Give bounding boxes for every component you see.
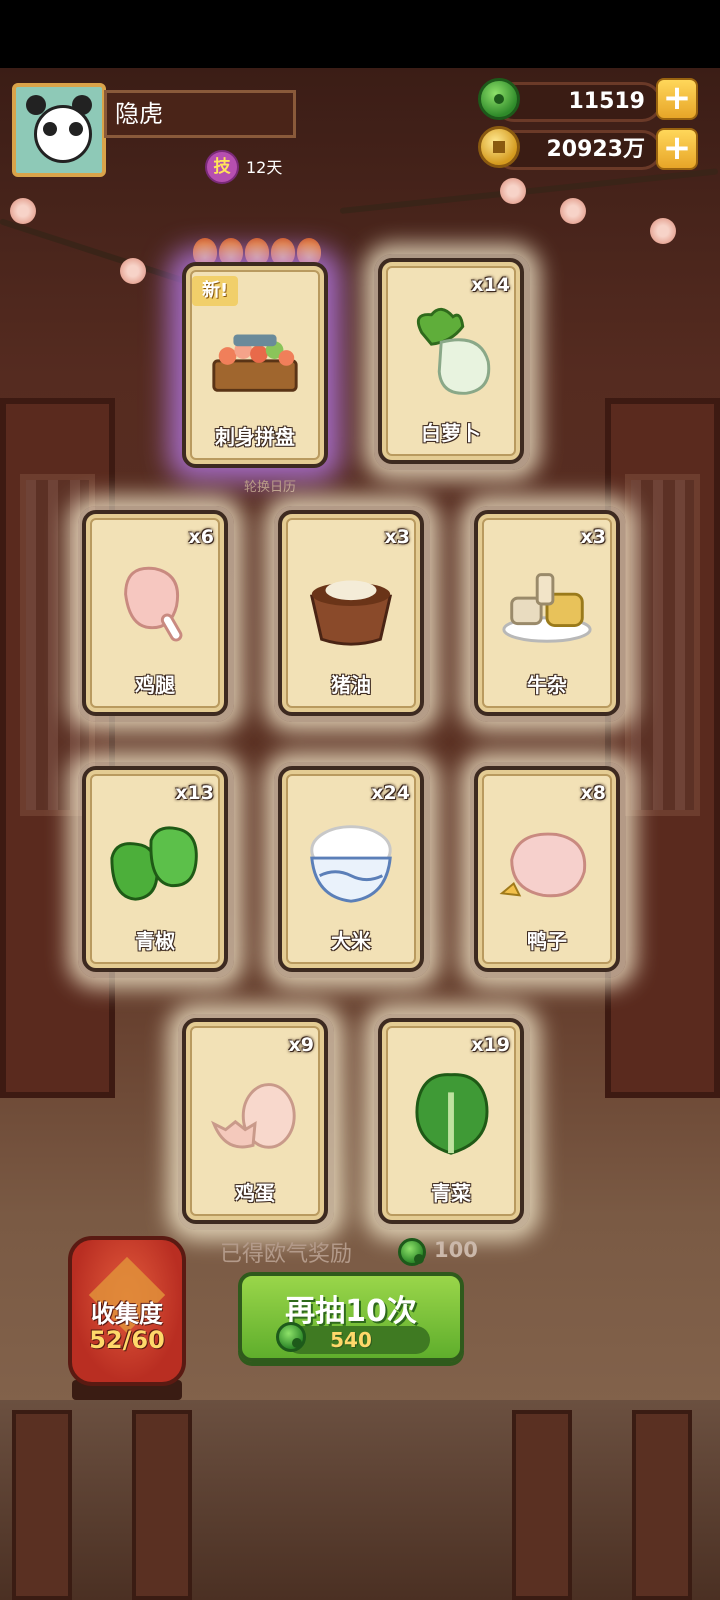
background-post xyxy=(132,1410,192,1600)
blossom-flower xyxy=(120,258,146,284)
blossom-branch xyxy=(0,218,192,286)
card-count: x3 xyxy=(580,526,606,548)
green-pepper-icon xyxy=(110,826,198,901)
days-counter: 12天 xyxy=(246,158,283,177)
card-count: x14 xyxy=(471,274,510,296)
blossom-branch xyxy=(339,168,719,214)
card-label: 猪油 xyxy=(331,673,371,697)
sashimi-platter-icon xyxy=(212,334,298,392)
skill-badge[interactable]: 技 xyxy=(205,150,239,184)
food-card-white-radish[interactable]: x14 白萝卜 xyxy=(378,258,524,464)
background-post xyxy=(632,1410,692,1600)
add-gold-button[interactable]: + xyxy=(656,128,698,170)
background-post xyxy=(12,1410,72,1600)
collection-progress: 52/60 xyxy=(89,1326,165,1354)
card-count: x8 xyxy=(580,782,606,804)
food-card-rice[interactable]: x24 大米 xyxy=(278,766,424,972)
jade-coin-icon xyxy=(398,1238,426,1266)
lard-icon xyxy=(309,580,393,646)
reward-label: 已得欧气奖励 xyxy=(220,1242,353,1267)
food-card-chicken-leg[interactable]: x6 鸡腿 xyxy=(82,510,228,716)
jade-amount: 11519 xyxy=(568,89,645,114)
reward-value: 100 xyxy=(434,1238,478,1262)
collection-title: 收集度 xyxy=(91,1300,163,1328)
blossom-flower xyxy=(10,198,36,224)
card-label: 大米 xyxy=(331,929,371,953)
player-name: 隐虎 xyxy=(104,90,296,138)
food-card-egg[interactable]: x9 鸡蛋 xyxy=(182,1018,328,1224)
card-label: 青椒 xyxy=(135,929,175,953)
card-label: 牛杂 xyxy=(527,673,567,697)
panda-face-icon xyxy=(34,105,92,163)
draw-cost: 540 xyxy=(330,1328,372,1352)
rotation-calendar-label: 轮换日历 xyxy=(243,480,296,495)
greens-icon xyxy=(415,1073,489,1155)
food-card-beef-offal[interactable]: x3 牛杂 xyxy=(474,510,620,716)
food-card-sashimi[interactable]: 新! 刺身拼盘 xyxy=(182,262,328,468)
card-label: 鸭子 xyxy=(527,929,567,953)
draw-button-label: 再抽10次 xyxy=(285,1294,417,1329)
card-label: 鸡腿 xyxy=(135,673,175,697)
card-label: 鸡蛋 xyxy=(235,1181,275,1205)
background-floor xyxy=(0,1400,720,1600)
card-count: x13 xyxy=(175,782,214,804)
rice-bowl-icon xyxy=(310,825,392,903)
background-post xyxy=(512,1410,572,1600)
gold-coin-icon xyxy=(478,126,520,168)
add-jade-button[interactable]: + xyxy=(656,78,698,120)
card-count: x9 xyxy=(288,1034,314,1056)
card-label: 刺身拼盘 xyxy=(215,425,295,449)
card-count: x24 xyxy=(371,782,410,804)
gold-amount: 20923万 xyxy=(546,137,645,162)
white-radish-icon xyxy=(416,307,491,395)
card-label: 白萝卜 xyxy=(421,421,481,445)
chicken-leg-icon xyxy=(124,566,183,642)
food-card-green-pepper[interactable]: x13 青椒 xyxy=(82,766,228,972)
duck-icon xyxy=(499,832,587,898)
food-card-duck[interactable]: x8 鸭子 xyxy=(474,766,620,972)
beef-offal-icon xyxy=(502,573,592,643)
new-tag: 新! xyxy=(192,276,239,306)
card-label: 青菜 xyxy=(431,1181,471,1205)
card-count: x3 xyxy=(384,526,410,548)
food-card-greens[interactable]: x19 青菜 xyxy=(378,1018,524,1224)
egg-icon xyxy=(211,1083,296,1149)
background-door-left xyxy=(0,398,115,1098)
blossom-flower xyxy=(560,198,586,224)
blossom-flower xyxy=(500,178,526,204)
draw-again-button[interactable]: 再抽10次 540 xyxy=(238,1272,464,1362)
card-count: x19 xyxy=(471,1034,510,1056)
background-door-right xyxy=(605,398,720,1098)
card-count: x6 xyxy=(188,526,214,548)
food-card-lard[interactable]: x3 猪油 xyxy=(278,510,424,716)
jade-coin-icon xyxy=(478,78,520,120)
status-bar xyxy=(0,0,720,68)
blossom-flower xyxy=(650,218,676,244)
player-avatar[interactable] xyxy=(12,83,106,177)
collection-lantern-button[interactable]: 收集度 52/60 xyxy=(68,1236,186,1386)
